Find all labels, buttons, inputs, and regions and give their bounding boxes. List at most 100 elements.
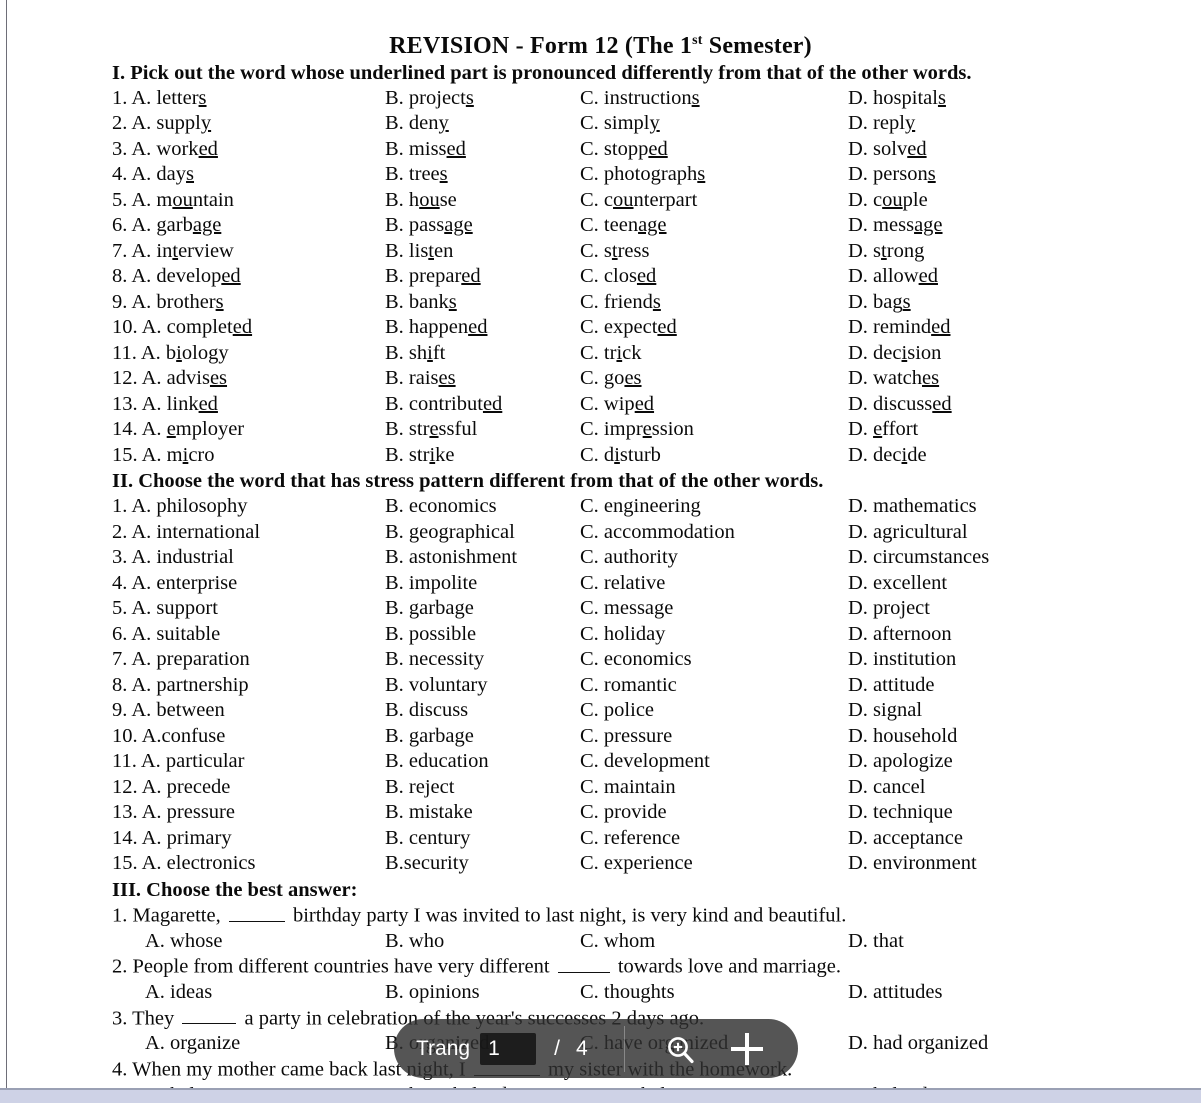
option-c[interactable]: C. simply [580,111,660,137]
option-b[interactable]: B. strike [385,443,455,469]
plus-icon[interactable] [730,1032,763,1065]
option-a[interactable]: 7. A. interview [112,239,234,265]
option-a[interactable]: 13. A. linked [112,392,218,418]
option-b[interactable]: B. shift [385,341,445,367]
option-b[interactable]: B. banks [385,290,457,316]
option-b[interactable]: B. century [385,826,470,852]
magnifier-plus-icon[interactable] [665,1034,695,1064]
option-a[interactable]: 7. A. preparation [112,647,250,673]
option-c[interactable]: C. closed [580,264,656,290]
option-a[interactable]: 9. A. between [112,698,225,724]
option-c[interactable]: C. whom [580,929,655,955]
option-d[interactable]: D. allowed [848,264,938,290]
option-b[interactable]: B. reject [385,775,454,801]
option-d[interactable]: D. persons [848,162,936,188]
option-c[interactable]: C. goes [580,366,642,392]
option-d[interactable]: D. acceptance [848,826,963,852]
option-d[interactable]: D. that [848,929,904,955]
option-d[interactable]: D. agricultural [848,520,968,546]
option-c[interactable]: C. wiped [580,392,654,418]
option-c[interactable]: C. engineering [580,494,701,520]
option-b[interactable]: B. opinions [385,980,480,1006]
option-c[interactable]: C. trick [580,341,642,367]
option-a[interactable]: 1. A. letters [112,86,207,112]
option-a[interactable]: 1. A. philosophy [112,494,248,520]
option-c[interactable]: C. disturb [580,443,661,469]
option-b[interactable]: B. impolite [385,571,477,597]
option-d[interactable]: D. discussed [848,392,952,418]
option-b[interactable]: B. necessity [385,647,484,673]
option-b[interactable]: B. contributed [385,392,502,418]
option-c[interactable]: C. message [580,596,673,622]
option-d[interactable]: D. institution [848,647,956,673]
option-a[interactable]: 8. A. developed [112,264,241,290]
option-a[interactable]: 3. A. worked [112,137,218,163]
option-b[interactable]: B. listen [385,239,453,265]
option-d[interactable]: D. message [848,213,943,239]
option-b[interactable]: B. passage [385,213,473,239]
option-a[interactable]: 5. A. support [112,596,218,622]
option-d[interactable]: D. had organized [848,1031,988,1057]
option-a[interactable]: 8. A. partnership [112,673,249,699]
option-b[interactable]: B. mistake [385,800,473,826]
option-c[interactable]: C. teenage [580,213,667,239]
option-b[interactable]: B. geographical [385,520,515,546]
option-c[interactable]: C. reference [580,826,680,852]
option-d[interactable]: D. technique [848,800,953,826]
option-c[interactable]: C. accommodation [580,520,735,546]
option-d[interactable]: D. decide [848,443,927,469]
option-c[interactable]: C. experience [580,851,693,877]
option-c[interactable]: C. stopped [580,137,668,163]
option-a[interactable]: 2. A. supply [112,111,211,137]
option-d[interactable]: D. apologize [848,749,953,775]
option-b[interactable]: B. deny [385,111,449,137]
option-a[interactable]: 4. A. enterprise [112,571,237,597]
option-b[interactable]: B. economics [385,494,497,520]
option-b[interactable]: B. projects [385,86,474,112]
option-c[interactable]: C. maintain [580,775,676,801]
option-d[interactable]: D. signal [848,698,922,724]
option-c[interactable]: C. pressure [580,724,672,750]
option-a[interactable]: 14. A. employer [112,417,244,443]
option-c[interactable]: C. expected [580,315,677,341]
option-b[interactable]: B. house [385,188,457,214]
option-a[interactable]: 2. A. international [112,520,260,546]
option-c[interactable]: C. instructions [580,86,700,112]
option-c[interactable]: C. relative [580,571,665,597]
page-number-input[interactable] [480,1032,537,1065]
option-a[interactable]: 10. A.confuse [112,724,225,750]
option-d[interactable]: D. reply [848,111,915,137]
option-d[interactable]: D. attitude [848,673,935,699]
option-d[interactable]: D. circumstances [848,545,989,571]
option-b[interactable]: B. who [385,929,444,955]
option-d[interactable]: D. household [848,724,957,750]
option-b[interactable]: B.security [385,851,469,877]
option-a[interactable]: 14. A. primary [112,826,232,852]
option-a[interactable]: 13. A. pressure [112,800,235,826]
option-d[interactable]: D. hospitals [848,86,946,112]
option-d[interactable]: D. attitudes [848,980,943,1006]
option-d[interactable]: D. solved [848,137,927,163]
option-a[interactable]: A. whose [145,929,222,955]
option-d[interactable]: D. decision [848,341,941,367]
option-c[interactable]: C. economics [580,647,692,673]
option-a[interactable]: 5. A. mountain [112,188,234,214]
option-c[interactable]: C. holiday [580,622,665,648]
option-c[interactable]: C. counterpart [580,188,697,214]
option-c[interactable]: C. romantic [580,673,677,699]
option-d[interactable]: D. watches [848,366,939,392]
option-c[interactable]: C. provide [580,800,667,826]
option-b[interactable]: B. garbage [385,724,474,750]
option-a[interactable]: A. ideas [145,980,212,1006]
option-c[interactable]: C. friends [580,290,661,316]
option-d[interactable]: D. environment [848,851,977,877]
option-d[interactable]: D. couple [848,188,928,214]
option-a[interactable]: 6. A. suitable [112,622,220,648]
option-d[interactable]: D. excellent [848,571,947,597]
option-d[interactable]: D. mathematics [848,494,977,520]
option-c[interactable]: C. thoughts [580,980,675,1006]
option-a[interactable]: 15. A. micro [112,443,215,469]
option-a[interactable]: 4. A. days [112,162,194,188]
option-d[interactable]: D. bags [848,290,911,316]
option-d[interactable]: D. strong [848,239,924,265]
